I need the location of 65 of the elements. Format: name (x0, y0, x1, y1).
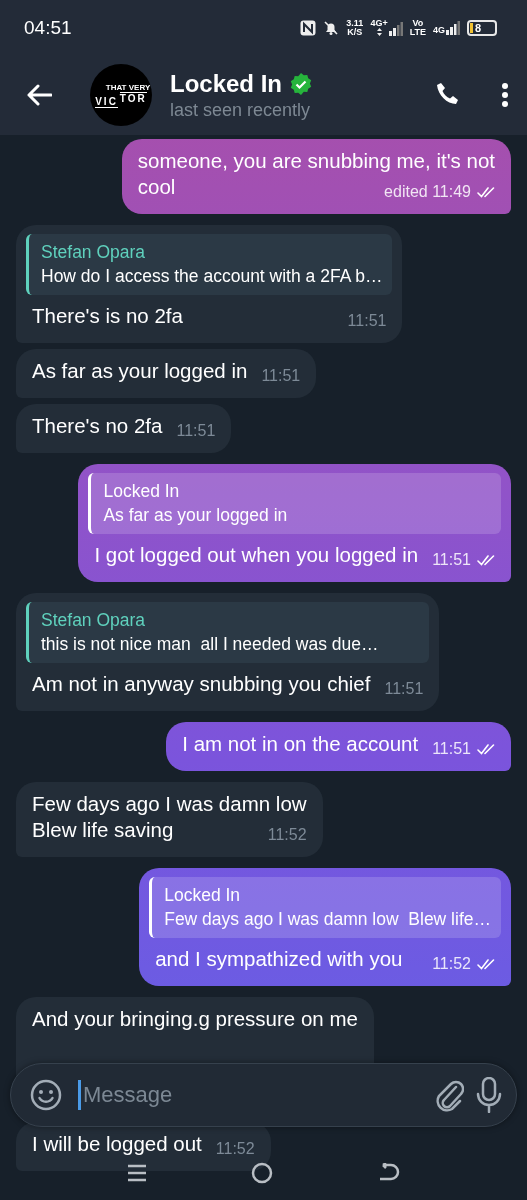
avatar[interactable]: THAT VERY VIC TOR (90, 64, 152, 126)
network-type: 4G (433, 25, 445, 35)
message-text: I got logged out when you logged in (94, 543, 419, 566)
reply-text: this is not nice man all I needed was due… (41, 633, 380, 656)
message-field[interactable]: Message (81, 1081, 422, 1109)
volte-label: Vo (412, 18, 424, 28)
message-time: 11:52 (215, 1139, 255, 1159)
last-seen-status: last seen recently (170, 99, 312, 121)
text-cursor (78, 1080, 81, 1110)
signal-icon (446, 20, 460, 35)
message-text: cool (137, 175, 176, 198)
network-speed: 3.11 (346, 18, 364, 28)
message-time: 11:51 (384, 679, 424, 699)
message-input[interactable]: Message (10, 1063, 517, 1127)
message-text: I will be logged out (32, 1132, 202, 1155)
message-time: 11:52 (432, 954, 471, 974)
menu-icon[interactable] (127, 1163, 148, 1182)
logo-tagline: THAT VERY (105, 82, 151, 92)
message-text: Blew life saving (32, 818, 174, 841)
message-text: I am not in on the account (182, 732, 419, 755)
reply-author: Stefan Opara (41, 241, 147, 264)
message-text: There's is no 2fa (32, 304, 183, 327)
reply-text: As far as your logged in (103, 504, 289, 527)
message-text: Am not in anyway snubbing you chief (32, 672, 371, 695)
message-time: 11:51 (176, 421, 216, 441)
battery-level: 8 (475, 21, 482, 34)
microphone-icon[interactable] (476, 1077, 502, 1113)
reply-quote[interactable]: Stefan Opara this is not nice man all I needed was due… (26, 602, 430, 663)
message-text: And your bringing.g pressure on me (32, 1007, 358, 1030)
logo-text: VIC (95, 91, 118, 108)
message-text: and I sympathized with you (155, 947, 403, 970)
message-time: edited 11:49 (384, 182, 471, 202)
data-arrows-icon (376, 28, 382, 36)
message-time: 11:51 (432, 550, 471, 570)
message-text: There's no 2fa (32, 414, 163, 437)
reply-quote[interactable]: Stefan Opara How do I access the account with a 2FA b… (26, 234, 393, 295)
reply-author: Locked In (103, 480, 181, 503)
back-icon[interactable] (377, 1162, 400, 1183)
reply-author: Locked In (164, 884, 242, 907)
chat-title: Locked In (170, 69, 283, 98)
home-icon[interactable] (251, 1161, 274, 1184)
clock: 04:51 (24, 16, 73, 39)
back-arrow-icon[interactable] (26, 84, 52, 106)
more-options-icon[interactable] (501, 83, 509, 107)
message-text: someone, you are snubbing me, it's not (137, 148, 495, 174)
logo-text: TOR (119, 91, 147, 108)
nfc-icon (300, 19, 317, 36)
reply-text: How do I access the account with a 2FA b… (41, 265, 383, 288)
message-time: 11:52 (267, 825, 307, 845)
message-time: 11:51 (347, 311, 387, 331)
message-time: 11:51 (261, 366, 301, 386)
reply-quote[interactable]: Locked In As far as your logged in (88, 473, 501, 534)
emoji-icon[interactable] (30, 1079, 62, 1111)
message-text: Few days ago I was damn low (32, 791, 307, 817)
reply-text: Few days ago I was damn low Blew life… (164, 908, 491, 931)
speed-unit: K/S (347, 27, 363, 37)
bell-off-icon (323, 19, 340, 36)
network-type: 4G+ (370, 19, 388, 28)
paperclip-icon[interactable] (434, 1078, 464, 1112)
message-time: 11:51 (432, 739, 471, 759)
reply-quote[interactable]: Locked In Few days ago I was damn low Blew life… (149, 877, 501, 938)
signal-icon (388, 22, 403, 36)
message-text: As far as your logged in (32, 359, 248, 382)
lte-label: LTE (409, 27, 426, 37)
reply-author: Stefan Opara (41, 609, 147, 632)
